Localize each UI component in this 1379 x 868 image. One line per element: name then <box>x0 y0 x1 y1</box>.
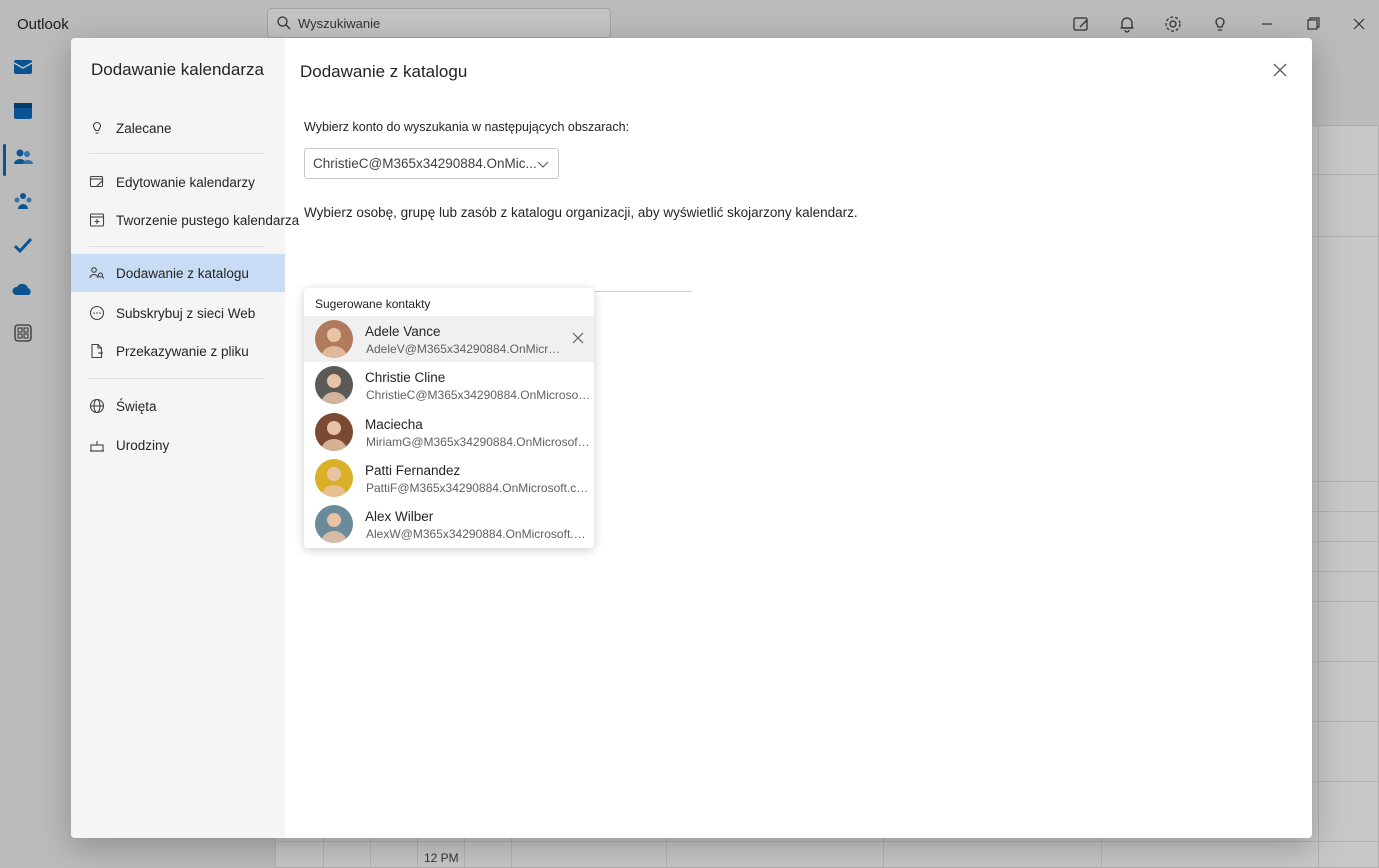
nav-item-upload-file[interactable]: Przekazywanie z pliku <box>71 332 285 370</box>
chevron-down-icon <box>537 161 549 168</box>
nav-item-recommended[interactable]: Zalecane <box>71 109 285 147</box>
close-dialog-button[interactable] <box>1270 60 1290 80</box>
nav-item-label: Urodziny <box>116 437 170 453</box>
nav-item-add-from-directory[interactable]: Dodawanie z katalogu <box>71 254 285 292</box>
edit-calendar-icon <box>89 175 104 188</box>
nav-divider <box>89 153 264 154</box>
contact-item[interactable]: Christie Cline ChristieC@M365x34290884.On… <box>304 362 594 408</box>
dialog-nav: Dodawanie kalendarza Zalecane Edytowanie… <box>71 38 299 838</box>
avatar <box>315 459 353 497</box>
contact-email: AdeleV@M365x34290884.OnMicrosoft.com <box>366 342 562 356</box>
account-label: Wybierz konto do wyszukania w następując… <box>304 120 630 134</box>
contact-name: Christie Cline <box>365 370 446 385</box>
contact-email: PattiF@M365x34290884.OnMicrosoft.com <box>366 481 591 495</box>
globe-icon <box>89 398 105 414</box>
account-dropdown[interactable]: ChristieC@M365x34290884.OnMic... <box>304 148 559 179</box>
add-calendar-dialog: Dodawanie kalendarza Zalecane Edytowanie… <box>71 38 1312 838</box>
nav-item-holidays[interactable]: Święta <box>71 387 285 425</box>
nav-item-birthdays[interactable]: Urodziny <box>71 426 285 464</box>
contact-name: Patti Fernandez <box>365 463 461 478</box>
account-dropdown-value: ChristieC@M365x34290884.OnMic... <box>313 156 537 171</box>
cake-icon <box>90 441 104 452</box>
contact-email: AlexW@M365x34290884.OnMicrosoft.com <box>366 527 591 541</box>
contact-name: Alex Wilber <box>365 509 434 524</box>
contact-item[interactable]: Maciecha MiriamG@M365x34290884.OnMicrosof… <box>304 409 594 455</box>
contact-name: Adele Vance <box>365 324 441 339</box>
avatar <box>315 413 353 451</box>
avatar <box>315 366 353 404</box>
instruction-text: Wybierz osobę, grupę lub zasób z katalog… <box>304 205 858 220</box>
dialog-nav-title: Dodawanie kalendarza <box>91 60 264 79</box>
nav-item-label: Dodawanie z katalogu <box>116 265 249 281</box>
nav-item-create-blank[interactable]: Tworzenie pustego kalendarza <box>71 201 299 239</box>
contact-item[interactable]: Adele Vance AdeleV@M365x34290884.OnMicros… <box>304 316 594 362</box>
contact-email: MiriamG@M365x34290884.OnMicrosoft.com <box>366 435 591 449</box>
remove-suggestion-icon[interactable] <box>572 332 584 344</box>
contact-item[interactable]: Patti Fernandez PattiF@M365x34290884.OnMi… <box>304 455 594 501</box>
nav-item-subscribe-web[interactable]: Subskrybuj z sieci Web <box>71 294 285 332</box>
avatar <box>315 505 353 543</box>
link-icon <box>89 305 105 321</box>
dialog-title: Dodawanie z katalogu <box>300 62 468 81</box>
contact-email: ChristieC@M365x34290884.OnMicrosoft.com <box>366 388 591 402</box>
contact-name: Maciecha <box>365 417 423 432</box>
nav-item-label: Edytowanie kalendarzy <box>116 174 255 190</box>
lightbulb-icon <box>92 121 102 134</box>
nav-divider <box>89 246 264 247</box>
contact-item[interactable]: Alex Wilber AlexW@M365x34290884.OnMicroso… <box>304 501 594 547</box>
nav-item-label: Przekazywanie z pliku <box>116 343 249 359</box>
nav-divider <box>89 378 264 379</box>
avatar <box>315 320 353 358</box>
nav-item-label: Zalecane <box>116 120 172 136</box>
nav-item-edit-calendars[interactable]: Edytowanie kalendarzy <box>71 163 285 201</box>
nav-item-label: Tworzenie pustego kalendarza <box>116 212 300 228</box>
nav-item-label: Subskrybuj z sieci Web <box>116 305 256 321</box>
people-search-icon <box>89 267 105 279</box>
file-upload-icon <box>91 343 103 359</box>
suggested-contacts-popup: Sugerowane kontakty Adele Vance AdeleV@M3… <box>304 288 594 548</box>
nav-item-label: Święta <box>116 398 157 414</box>
calendar-add-icon <box>89 213 105 227</box>
suggested-contacts-heading: Sugerowane kontakty <box>315 297 431 311</box>
